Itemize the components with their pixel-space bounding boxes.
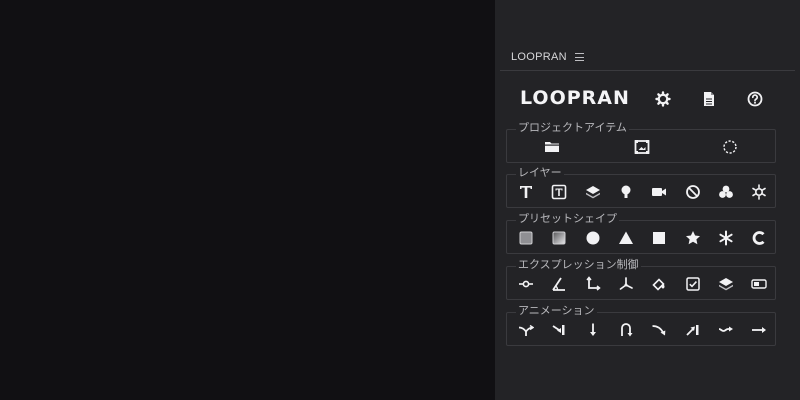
camera-icon[interactable] [650, 183, 668, 201]
help-question-icon[interactable] [744, 88, 766, 110]
section-title-expression-controls: エクスプレッション制御 [516, 258, 641, 272]
point-control-icon[interactable] [584, 275, 602, 293]
3d-point-control-icon[interactable] [617, 275, 635, 293]
triangle-shape-icon[interactable] [617, 229, 635, 247]
layer-control-icon[interactable] [717, 275, 735, 293]
folder-icon[interactable] [543, 138, 561, 156]
section-title-project-items: プロジェクトアイテム [516, 121, 629, 135]
disabled-circle-icon[interactable] [684, 183, 702, 201]
document-icon[interactable] [698, 88, 720, 110]
arrow-right-icon[interactable] [750, 321, 768, 339]
section-expression-controls: エクスプレッション制御 [506, 258, 776, 300]
section-title-preset-shapes: プリセットシェイプ [516, 212, 619, 226]
particles-icon[interactable] [717, 183, 735, 201]
square-shape-icon[interactable] [650, 229, 668, 247]
loopran-panel: LOOPRAN LOOPRAN プロジェクトアイテム レイヤー プリセットシェイ… [495, 0, 800, 400]
star-shape-icon[interactable] [684, 229, 702, 247]
adjustment-gear-icon[interactable] [750, 183, 768, 201]
brand-row: LOOPRAN [495, 84, 800, 116]
composition-icon[interactable] [633, 138, 651, 156]
color-control-icon[interactable] [650, 275, 668, 293]
arc-shape-icon[interactable] [750, 229, 768, 247]
arrow-up-to-end-icon[interactable] [684, 321, 702, 339]
split-arrow-icon[interactable] [517, 321, 535, 339]
wave-arrow-icon[interactable] [717, 321, 735, 339]
angle-control-icon[interactable] [550, 275, 568, 293]
section-title-animation: アニメーション [516, 304, 597, 318]
text-box-icon[interactable] [550, 183, 568, 201]
dropdown-control-icon[interactable] [750, 275, 768, 293]
section-project-items: プロジェクトアイテム [506, 121, 776, 163]
hamburger-menu-icon[interactable] [574, 53, 584, 61]
light-bulb-icon[interactable] [617, 183, 635, 201]
composition-canvas[interactable] [0, 0, 495, 400]
gradient-rectangle-icon[interactable] [550, 229, 568, 247]
curved-arrow-down-icon[interactable] [650, 321, 668, 339]
section-preset-shapes: プリセットシェイプ [506, 212, 776, 254]
circle-shape-icon[interactable] [584, 229, 602, 247]
null-circle-icon[interactable] [721, 138, 739, 156]
text-layer-icon[interactable] [517, 183, 535, 201]
panel-header: LOOPRAN [500, 44, 795, 71]
section-layers: レイヤー [506, 166, 776, 208]
panel-title: LOOPRAN [511, 51, 567, 63]
section-animation: アニメーション [506, 304, 776, 346]
settings-gear-icon[interactable] [652, 88, 674, 110]
section-title-layers: レイヤー [516, 166, 564, 180]
loopran-logo: LOOPRAN [520, 87, 630, 109]
slider-control-icon[interactable] [517, 275, 535, 293]
asterisk-shape-icon[interactable] [717, 229, 735, 247]
solid-layers-icon[interactable] [584, 183, 602, 201]
gray-rectangle-icon[interactable] [517, 229, 535, 247]
arrow-down-icon[interactable] [584, 321, 602, 339]
arrow-to-end-icon[interactable] [550, 321, 568, 339]
u-turn-arrow-icon[interactable] [617, 321, 635, 339]
checkbox-control-icon[interactable] [684, 275, 702, 293]
